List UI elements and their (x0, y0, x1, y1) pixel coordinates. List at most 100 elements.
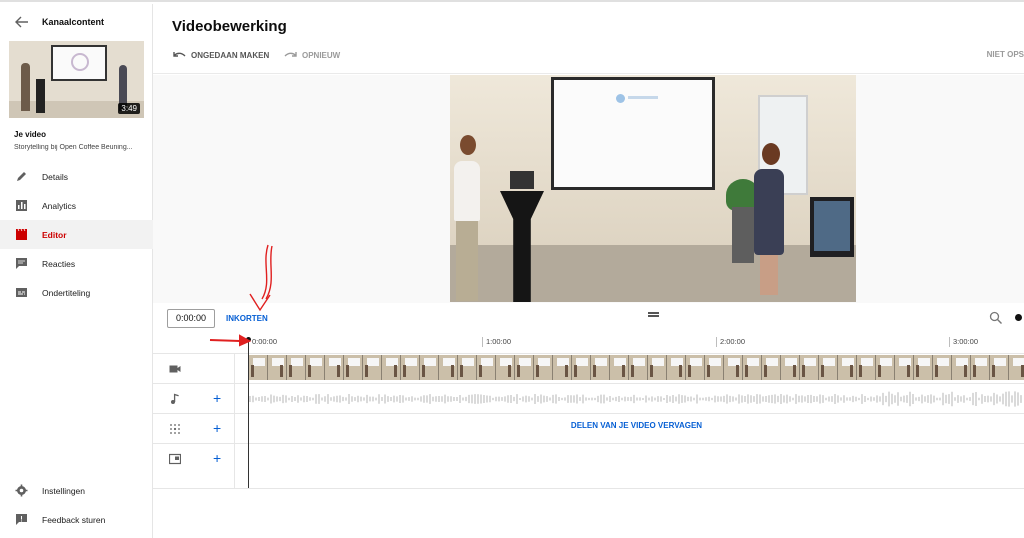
video-duration-badge: 3:49 (118, 103, 140, 114)
sidebar-item-settings[interactable]: Instellingen (0, 476, 153, 505)
track-label-column (153, 353, 235, 488)
video-presenter-left-legs (456, 221, 478, 301)
video-preview[interactable] (450, 75, 856, 302)
redo-icon (284, 51, 297, 57)
redo-label: OPNIEUW (302, 50, 341, 60)
drag-handle-icon[interactable] (648, 312, 659, 317)
zoom-slider-knob[interactable] (1015, 314, 1022, 321)
sidebar-header: Kanaalcontent (0, 12, 153, 34)
filmstrip-frame (249, 355, 268, 380)
timeline-panel: 0:00:00 INKORTEN 0:00:00 1:00:00 2:00:00… (153, 303, 1024, 538)
filmstrip-frame (686, 355, 705, 380)
trim-button[interactable]: INKORTEN (226, 314, 268, 323)
sidebar-item-label: Reacties (42, 259, 76, 269)
sidebar-title: Kanaalcontent (42, 17, 105, 27)
sidebar-nav: Details Analytics Editor Reacties Ondert… (0, 162, 153, 307)
filmstrip-frame (496, 355, 515, 380)
filmstrip-frame (743, 355, 762, 380)
filmstrip-frame (420, 355, 439, 380)
video-presenter-right-head (762, 143, 780, 165)
sidebar: Kanaalcontent 3:49 Je video Storytelling… (0, 4, 153, 538)
filmstrip-frame (325, 355, 344, 380)
sidebar-item-label: Editor (42, 230, 67, 240)
filmstrip-frame (724, 355, 743, 380)
filmstrip-frame (629, 355, 648, 380)
zoom-icon[interactable] (989, 311, 1003, 325)
filmstrip-frame (534, 355, 553, 380)
sidebar-item-editor[interactable]: Editor (0, 220, 153, 249)
thumb-lectern (36, 79, 45, 113)
playhead-knob[interactable] (246, 337, 251, 342)
sidebar-item-feedback[interactable]: Feedback sturen (0, 505, 153, 534)
not-published-button[interactable]: NIET OPS (987, 50, 1024, 59)
filmstrip-frame (572, 355, 591, 380)
undo-label: ONGEDAAN MAKEN (191, 50, 270, 60)
current-time-field[interactable]: 0:00:00 (167, 309, 215, 328)
ruler-tick: 0:00:00 (248, 337, 277, 347)
audio-waveform[interactable] (249, 389, 1024, 409)
video-floor (450, 245, 856, 302)
thumb-projection-screen (51, 45, 107, 81)
your-video-label: Je video (14, 130, 47, 139)
thumb-presenter-left (21, 63, 30, 111)
video-filmstrip[interactable] (249, 355, 1024, 380)
sidebar-bottom-nav: Instellingen Feedback sturen (0, 476, 153, 534)
filmstrip-frame (933, 355, 952, 380)
video-laptop (510, 171, 534, 189)
sidebar-item-details[interactable]: Details (0, 162, 153, 191)
redo-button[interactable]: OPNIEUW (284, 48, 340, 62)
video-presenter-right (754, 169, 784, 255)
sidebar-item-analytics[interactable]: Analytics (0, 191, 153, 220)
filmstrip-frame (382, 355, 401, 380)
endscreen-track: + (153, 443, 1024, 488)
pencil-icon (17, 172, 26, 181)
filmstrip-frame (762, 355, 781, 380)
filmstrip-frame (705, 355, 724, 380)
video-projection-screen (551, 77, 715, 190)
undo-icon (173, 51, 186, 57)
filmstrip-frame (800, 355, 819, 380)
filmstrip-frame (477, 355, 496, 380)
ruler-tick: 1:00:00 (482, 337, 511, 347)
filmstrip-frame (952, 355, 971, 380)
back-arrow-icon[interactable] (14, 14, 30, 30)
editor-header: Videobewerking ONGEDAAN MAKEN OPNIEUW NI… (153, 4, 1024, 74)
filmstrip-frame (857, 355, 876, 380)
analytics-icon (16, 200, 27, 211)
page-title: Videobewerking (172, 18, 287, 35)
sidebar-item-label: Instellingen (42, 486, 86, 496)
gear-icon (15, 484, 28, 497)
video-presenter-left-head (460, 135, 476, 155)
preview-area (153, 75, 1024, 303)
time-ruler[interactable]: 0:00:00 1:00:00 2:00:00 3:00:00 (248, 333, 1024, 353)
playhead[interactable] (248, 338, 249, 488)
filmstrip-frame (610, 355, 629, 380)
filmstrip-frame (401, 355, 420, 380)
ruler-tick: 2:00:00 (716, 337, 745, 347)
sidebar-item-label: Details (42, 172, 68, 182)
comments-icon (16, 258, 27, 269)
filmstrip-frame (971, 355, 990, 380)
video-thumbnail[interactable]: 3:49 (9, 41, 144, 118)
filmstrip-frame (1009, 355, 1024, 380)
undo-button[interactable]: ONGEDAAN MAKEN (173, 48, 269, 62)
blur-parts-button[interactable]: DELEN VAN JE VIDEO VERVAGEN (249, 421, 1024, 430)
filmstrip-frame (838, 355, 857, 380)
filmstrip-frame (990, 355, 1009, 380)
filmstrip-frame (591, 355, 610, 380)
editor-clapper-icon (16, 228, 27, 240)
filmstrip-frame (819, 355, 838, 380)
filmstrip-frame (287, 355, 306, 380)
filmstrip-frame (515, 355, 534, 380)
filmstrip-frame (306, 355, 325, 380)
ruler-tick: 3:00:00 (949, 337, 978, 347)
subtitles-icon (16, 288, 27, 297)
sidebar-item-comments[interactable]: Reacties (0, 249, 153, 278)
filmstrip-frame (363, 355, 382, 380)
sidebar-item-subtitles[interactable]: Ondertiteling (0, 278, 153, 307)
filmstrip-frame (268, 355, 287, 380)
filmstrip-frame (876, 355, 895, 380)
filmstrip-frame (458, 355, 477, 380)
video-plant-pot (732, 207, 754, 263)
studio-app: Kanaalcontent 3:49 Je video Storytelling… (0, 0, 1024, 538)
